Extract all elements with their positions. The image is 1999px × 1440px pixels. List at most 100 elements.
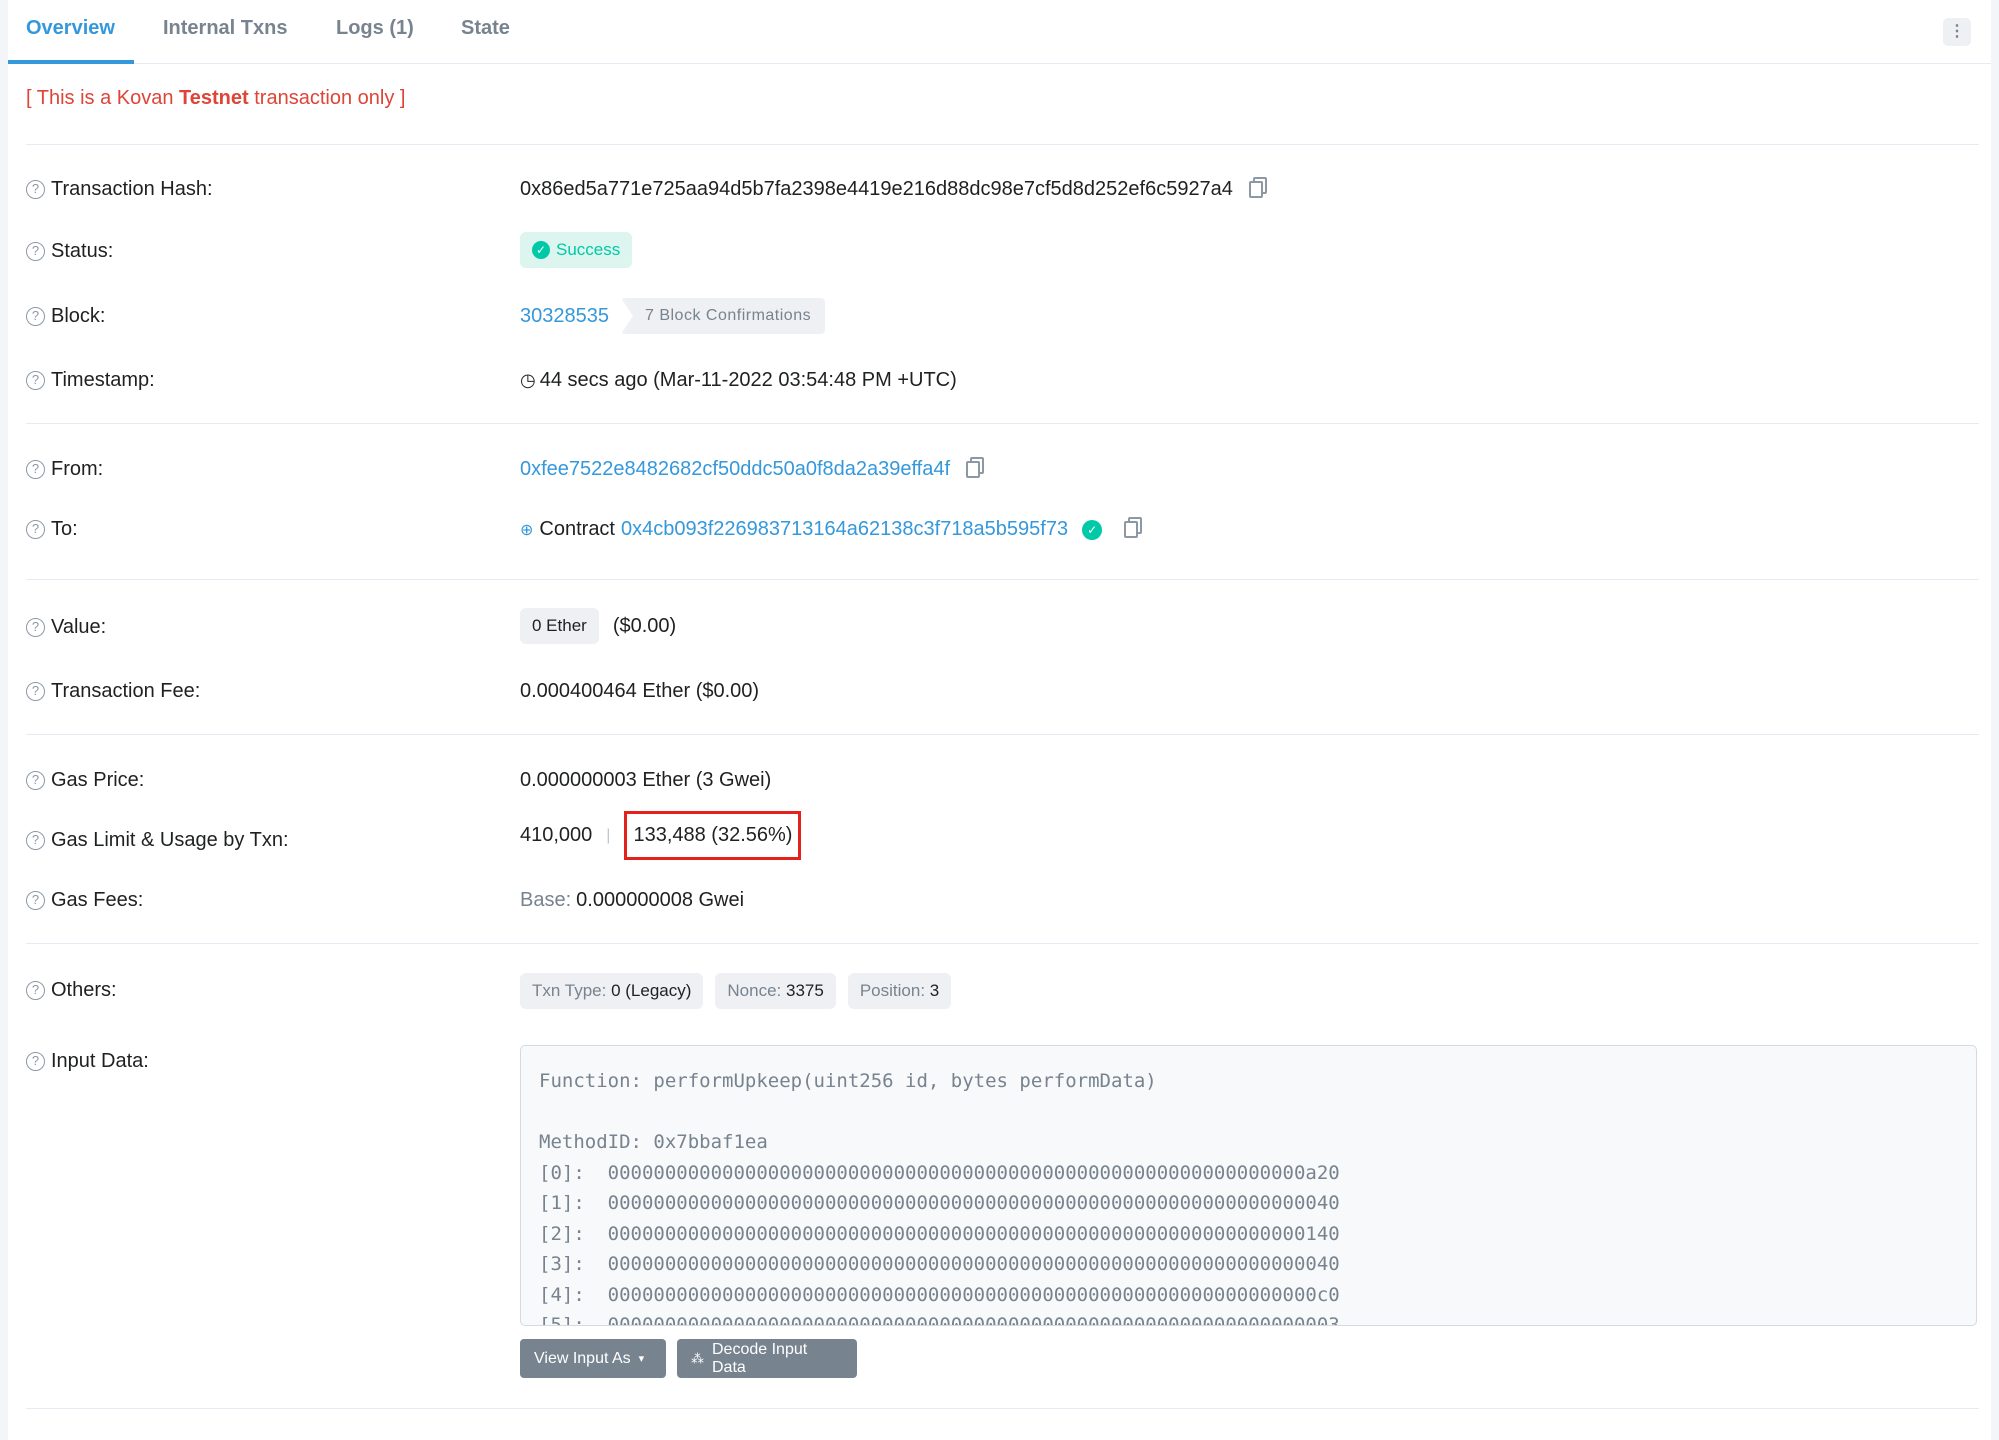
search-contract-icon[interactable]: ⊕ <box>520 520 533 540</box>
help-icon[interactable]: ? <box>26 771 45 790</box>
label-text: To: <box>51 518 78 540</box>
copy-icon[interactable] <box>966 461 981 478</box>
fee-label: ? Transaction Fee: <box>26 680 200 703</box>
from-value: 0xfee7522e8482682cf50ddc50a0f8da2a39effa… <box>520 458 981 481</box>
gas-limit-label: ? Gas Limit & Usage by Txn: <box>26 829 289 852</box>
testnet-notice: [ This is a Kovan Testnet transaction on… <box>26 87 405 110</box>
help-icon[interactable]: ? <box>26 371 45 390</box>
ether-amount-badge: 0 Ether <box>520 608 599 644</box>
cubes-icon: ⁂ <box>691 1350 704 1366</box>
label-text: From: <box>51 458 104 480</box>
badge-value: 3 <box>929 981 940 1000</box>
block-number-link[interactable]: 30328535 <box>520 305 609 328</box>
to-label: ? To: <box>26 518 78 541</box>
label-text: Value: <box>51 616 107 638</box>
view-input-as-dropdown[interactable]: View Input As ▾ <box>520 1339 666 1378</box>
help-icon[interactable]: ? <box>26 307 45 326</box>
help-icon[interactable]: ? <box>26 1052 45 1071</box>
active-tab-indicator <box>8 60 134 64</box>
label-text: Transaction Hash: <box>51 178 213 200</box>
help-icon[interactable]: ? <box>26 618 45 637</box>
usd-value: ($0.00) <box>612 614 677 637</box>
tab-state[interactable]: State <box>461 17 510 40</box>
hash-value: 0x86ed5a771e725aa94d5b7fa2398e4419e216d8… <box>520 178 1263 201</box>
badge-key: Nonce: <box>727 981 782 1000</box>
badge-value: 0 (Legacy) <box>611 981 692 1000</box>
fee-value: 0.000400464 Ether ($0.00) <box>520 680 760 702</box>
help-icon[interactable]: ? <box>26 891 45 910</box>
status-label: ? Status: <box>26 240 113 263</box>
contract-prefix: Contract <box>539 518 615 540</box>
block-label: ? Block: <box>26 305 105 328</box>
label-text: Block: <box>51 305 106 327</box>
label-text: Gas Fees: <box>51 889 144 911</box>
help-icon[interactable]: ? <box>26 242 45 261</box>
divider <box>26 1408 1979 1409</box>
value-value: 0 Ether ($0.00) <box>520 608 676 644</box>
tab-bar: Overview Internal Txns Logs (1) State ⋮ <box>8 0 1991 64</box>
gas-usage-highlighted: 133,488 (32.56%) <box>624 811 802 860</box>
tab-logs[interactable]: Logs (1) <box>336 17 414 40</box>
help-icon[interactable]: ? <box>26 981 45 1000</box>
divider <box>26 734 1979 735</box>
button-label: Decode Input Data <box>712 1340 808 1376</box>
label-text: Transaction Fee: <box>51 680 201 702</box>
divider <box>26 943 1979 944</box>
nonce-badge: Nonce: 3375 <box>715 973 836 1009</box>
help-icon[interactable]: ? <box>26 831 45 850</box>
block-value: 30328535 7 Block Confirmations <box>520 298 826 334</box>
page-gutter-left <box>0 0 8 1440</box>
to-address-link[interactable]: 0x4cb093f226983713164a62138c3f718a5b595f… <box>621 518 1068 541</box>
value-label: ? Value: <box>26 616 106 639</box>
separator: | <box>606 826 611 844</box>
copy-icon[interactable] <box>1124 521 1139 538</box>
badge-value: 3375 <box>786 981 824 1000</box>
verified-contract-icon: ✓ <box>1082 519 1103 540</box>
button-label: View Input As <box>534 1349 631 1367</box>
badge-key: Txn Type: <box>532 981 607 1000</box>
tab-internal-txns[interactable]: Internal Txns <box>163 17 287 40</box>
label-text: Timestamp: <box>51 369 155 391</box>
status-value: ✓ Success <box>520 232 633 268</box>
status-badge: ✓ Success <box>520 232 633 268</box>
decode-input-data-button[interactable]: ⁂ Decode Input Data <box>677 1339 857 1378</box>
badge-key: Position: <box>859 981 926 1000</box>
base-fee-value: 0.000000008 Gwei <box>576 889 745 911</box>
others-value: Txn Type: 0 (Legacy) Nonce: 3375 Positio… <box>520 973 952 1009</box>
gas-fees-value: Base: 0.000000008 Gwei <box>520 889 744 912</box>
divider <box>26 423 1979 424</box>
from-address-link[interactable]: 0xfee7522e8482682cf50ddc50a0f8da2a39effa… <box>520 458 950 481</box>
page-gutter-right <box>1991 0 1999 1440</box>
timestamp-text: 44 secs ago (Mar-11-2022 03:54:48 PM +UT… <box>539 369 957 391</box>
position-badge: Position: 3 <box>847 973 952 1009</box>
timestamp-value: ◷ 44 secs ago (Mar-11-2022 03:54:48 PM +U… <box>520 369 957 392</box>
label-text: Status: <box>51 240 114 262</box>
more-options-button[interactable]: ⋮ <box>1943 18 1971 46</box>
gas-limit: 410,000 <box>520 824 593 846</box>
label-text: Gas Limit & Usage by Txn: <box>51 829 289 851</box>
divider <box>26 579 1979 580</box>
help-icon[interactable]: ? <box>26 180 45 199</box>
txn-type-badge: Txn Type: 0 (Legacy) <box>520 973 704 1009</box>
notice-text-end: transaction only ] <box>248 87 406 109</box>
to-value: ⊕ Contract 0x4cb093f226983713164a62138c3f7… <box>520 518 1139 541</box>
notice-bold: Testnet <box>179 87 249 109</box>
input-data-label: ? Input Data: <box>26 1050 149 1073</box>
label-text: Gas Price: <box>51 769 145 791</box>
help-icon[interactable]: ? <box>26 460 45 479</box>
tab-overview[interactable]: Overview <box>26 17 115 40</box>
notice-text: [ This is a Kovan <box>26 87 180 109</box>
input-data-textarea[interactable]: Function: performUpkeep(uint256 id, byte… <box>520 1045 1977 1326</box>
from-label: ? From: <box>26 458 103 481</box>
check-circle-icon: ✓ <box>532 241 550 259</box>
help-icon[interactable]: ? <box>26 520 45 539</box>
copy-icon[interactable] <box>1248 181 1263 198</box>
chevron-down-icon: ▾ <box>638 1353 645 1365</box>
gas-limit-value: 410,000 | 133,488 (32.56%) <box>520 811 802 860</box>
gas-price-label: ? Gas Price: <box>26 769 144 792</box>
help-icon[interactable]: ? <box>26 682 45 701</box>
hash-label: ? Transaction Hash: <box>26 178 213 201</box>
others-label: ? Others: <box>26 979 117 1002</box>
gas-price-value: 0.000000003 Ether (3 Gwei) <box>520 769 772 791</box>
divider <box>26 144 1979 145</box>
